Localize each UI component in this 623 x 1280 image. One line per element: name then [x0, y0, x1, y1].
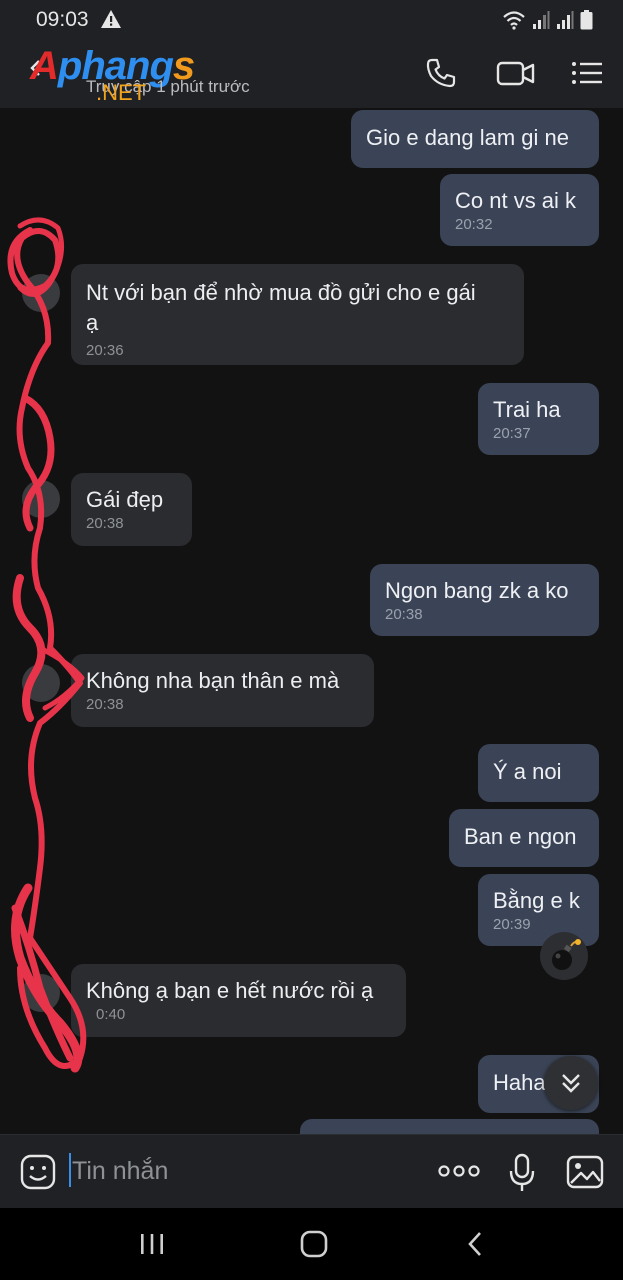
- double-chevron-down-icon: [562, 1074, 580, 1093]
- message-time: 20:36: [86, 342, 124, 359]
- message-list[interactable]: Gio e dang lam gi ne Co nt vs ai k 20:32…: [0, 108, 623, 1134]
- recent-apps-icon[interactable]: [136, 1228, 168, 1260]
- message-time: 20:38: [86, 696, 124, 713]
- message-bubble-outgoing[interactable]: Trai ha 20:37: [478, 383, 599, 455]
- status-icons: [502, 8, 593, 30]
- watermark-part-a: A: [30, 44, 59, 88]
- message-bubble-outgoing-partial[interactable]: [300, 1119, 599, 1134]
- message-text: Trai ha: [493, 397, 561, 422]
- avatar[interactable]: [22, 664, 60, 702]
- avatar[interactable]: [22, 480, 60, 518]
- message-text: Co nt vs ai k: [455, 188, 577, 213]
- signal-icon: [557, 11, 574, 29]
- status-time: 09:03: [36, 8, 89, 31]
- watermark-suffix: .NET: [96, 80, 147, 105]
- message-time: 0:40: [96, 1006, 126, 1023]
- battery-icon: [580, 10, 593, 30]
- message-time: 20:37: [493, 425, 531, 442]
- scroll-to-bottom-button[interactable]: [544, 1056, 598, 1110]
- message-composer: Tin nhắn: [0, 1134, 623, 1209]
- avatar[interactable]: [22, 274, 60, 312]
- message-text: Bằng e k: [493, 888, 580, 913]
- message-bubble-incoming[interactable]: Không nha bạn thân e mà 20:38: [71, 654, 374, 727]
- message-text: Nt với bạn để nhờ mua đồ gửi cho e gái ạ: [86, 280, 476, 335]
- message-text: Gái đẹp: [86, 487, 164, 512]
- chat-header: Aphangs Truy cập 1 phút trước .NET: [0, 38, 623, 108]
- message-bubble-outgoing[interactable]: Gio e dang lam gi ne: [351, 110, 599, 168]
- wifi-icon: [503, 11, 525, 30]
- message-text: Ngon bang zk a ko: [385, 578, 569, 603]
- message-bubble-outgoing[interactable]: Co nt vs ai k 20:32: [440, 174, 599, 246]
- signal-icon: [533, 11, 550, 29]
- phone-icon[interactable]: [424, 56, 458, 90]
- home-icon[interactable]: [298, 1228, 330, 1260]
- system-navigation-bar: [0, 1208, 623, 1280]
- message-time: 20:38: [86, 515, 124, 532]
- back-icon[interactable]: [460, 1228, 492, 1260]
- message-text: Không nha bạn thân e mà: [86, 668, 340, 693]
- message-bubble-outgoing[interactable]: Ý a noi: [478, 744, 599, 802]
- message-bubble-incoming[interactable]: Nt với bạn để nhờ mua đồ gửi cho e gái ạ…: [71, 264, 524, 365]
- avatar[interactable]: [22, 974, 60, 1012]
- message-bubble-incoming[interactable]: Gái đẹp 20:38: [71, 473, 192, 546]
- message-bubble-outgoing[interactable]: Ban e ngon: [449, 809, 599, 867]
- message-time: 20:32: [455, 216, 493, 233]
- message-input[interactable]: Tin nhắn: [72, 1157, 168, 1186]
- bomb-reaction-icon[interactable]: [540, 932, 588, 980]
- microphone-icon[interactable]: [508, 1153, 536, 1193]
- status-bar: 09:03: [0, 0, 623, 38]
- bomb-icon: [552, 939, 581, 970]
- message-bubble-incoming[interactable]: Không ạ bạn e hết nước rồi ạ 0:40: [71, 964, 406, 1037]
- more-icon[interactable]: [438, 1162, 480, 1180]
- message-text: Không ạ bạn e hết nước rồi ạ: [86, 978, 374, 1003]
- message-text: Gio e dang lam gi ne: [366, 125, 570, 150]
- warning-icon: [101, 10, 121, 28]
- menu-list-icon[interactable]: [570, 56, 604, 90]
- emoji-icon[interactable]: [20, 1154, 56, 1190]
- message-time: 20:38: [385, 606, 423, 623]
- text-caret: [69, 1153, 71, 1187]
- message-text: Ban e ngon: [464, 824, 577, 849]
- image-icon[interactable]: [566, 1155, 604, 1189]
- message-text: Ý a noi: [493, 759, 562, 784]
- message-bubble-outgoing[interactable]: Ngon bang zk a ko 20:38: [370, 564, 599, 636]
- video-call-icon[interactable]: [496, 56, 536, 90]
